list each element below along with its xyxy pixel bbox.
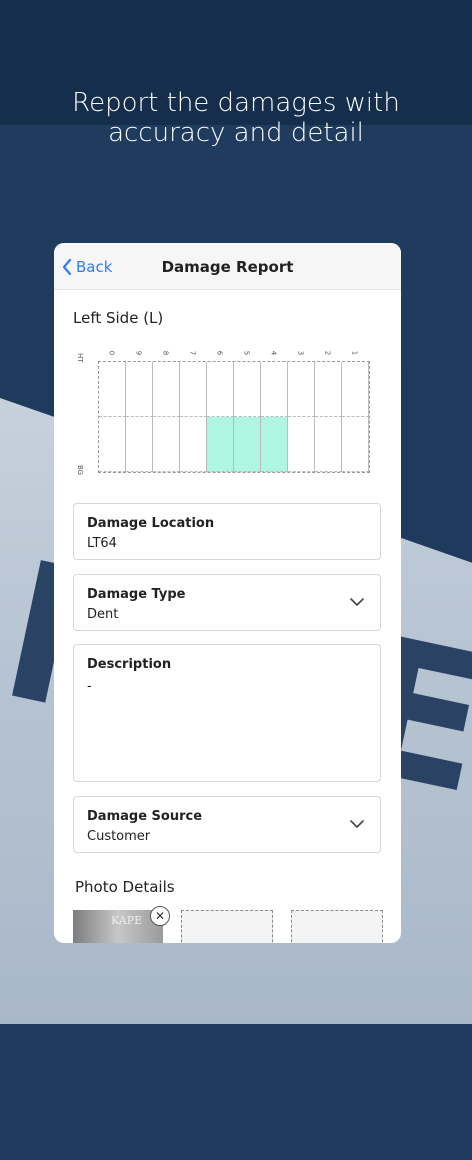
damage-source-value: Customer — [87, 829, 151, 844]
headline: Report the damages with accuracy and det… — [0, 88, 472, 148]
grid-cell[interactable] — [342, 417, 369, 472]
damage-location-field[interactable]: Damage Location LT64 — [73, 503, 381, 560]
damage-type-value: Dent — [87, 607, 119, 622]
row-label-bottom: BG — [76, 465, 84, 476]
damage-type-label: Damage Type — [87, 587, 186, 602]
description-label: Description — [87, 657, 172, 672]
grid-cell[interactable] — [261, 417, 288, 472]
grid-cell[interactable] — [315, 362, 342, 417]
grid-cell[interactable] — [234, 362, 261, 417]
row-label-top: HT — [76, 353, 84, 363]
grid-cell[interactable] — [315, 417, 342, 472]
damage-report-card: Back Damage Report Left Side (L) HT BG 0… — [54, 243, 401, 943]
chevron-down-icon — [350, 820, 364, 828]
grid-cell[interactable] — [288, 417, 315, 472]
close-icon: ✕ — [154, 909, 166, 923]
page-title: Damage Report — [161, 258, 294, 276]
row-labels: HT BG — [76, 347, 94, 487]
damage-source-select[interactable]: Damage Source Customer — [73, 796, 381, 853]
grid-cell[interactable] — [342, 362, 369, 417]
grid-cell[interactable] — [153, 417, 180, 472]
photo-details-title: Photo Details — [75, 878, 175, 896]
damage-location-label: Damage Location — [87, 516, 215, 531]
navigation-bar: Back Damage Report — [54, 243, 401, 290]
remove-photo-button[interactable]: ✕ — [150, 906, 170, 926]
headline-line-2: accuracy and detail — [108, 118, 364, 148]
grid-cell[interactable] — [288, 362, 315, 417]
headline-line-1: Report the damages with — [72, 88, 400, 118]
description-field[interactable]: Description - — [73, 644, 381, 782]
grid-cell[interactable] — [99, 417, 126, 472]
grid-cell[interactable] — [180, 362, 207, 417]
grid-cell[interactable] — [126, 417, 153, 472]
description-value: - — [87, 679, 92, 694]
grid-cell[interactable] — [180, 417, 207, 472]
section-title: Left Side (L) — [73, 309, 164, 327]
add-photo-slot[interactable] — [291, 910, 383, 943]
grid-cell[interactable] — [99, 362, 126, 417]
damage-location-value: LT64 — [87, 536, 117, 551]
grid-cell[interactable] — [261, 362, 288, 417]
damage-type-select[interactable]: Damage Type Dent — [73, 574, 381, 631]
grid-cell[interactable] — [153, 362, 180, 417]
grid-cell[interactable] — [234, 417, 261, 472]
photo-thumbnail-text: KAPE — [111, 914, 143, 927]
chevron-down-icon — [350, 598, 364, 606]
add-photo-slot[interactable] — [181, 910, 273, 943]
grid-cell[interactable] — [207, 417, 234, 472]
grid-cell[interactable] — [207, 362, 234, 417]
damage-grid-diagram: HT BG 0 9 8 7 6 5 4 3 2 1 — [76, 347, 374, 487]
grid-cell[interactable] — [126, 362, 153, 417]
damage-grid — [98, 361, 370, 473]
column-labels: 0 9 8 7 6 5 4 3 2 1 — [98, 347, 370, 359]
damage-source-label: Damage Source — [87, 809, 203, 824]
